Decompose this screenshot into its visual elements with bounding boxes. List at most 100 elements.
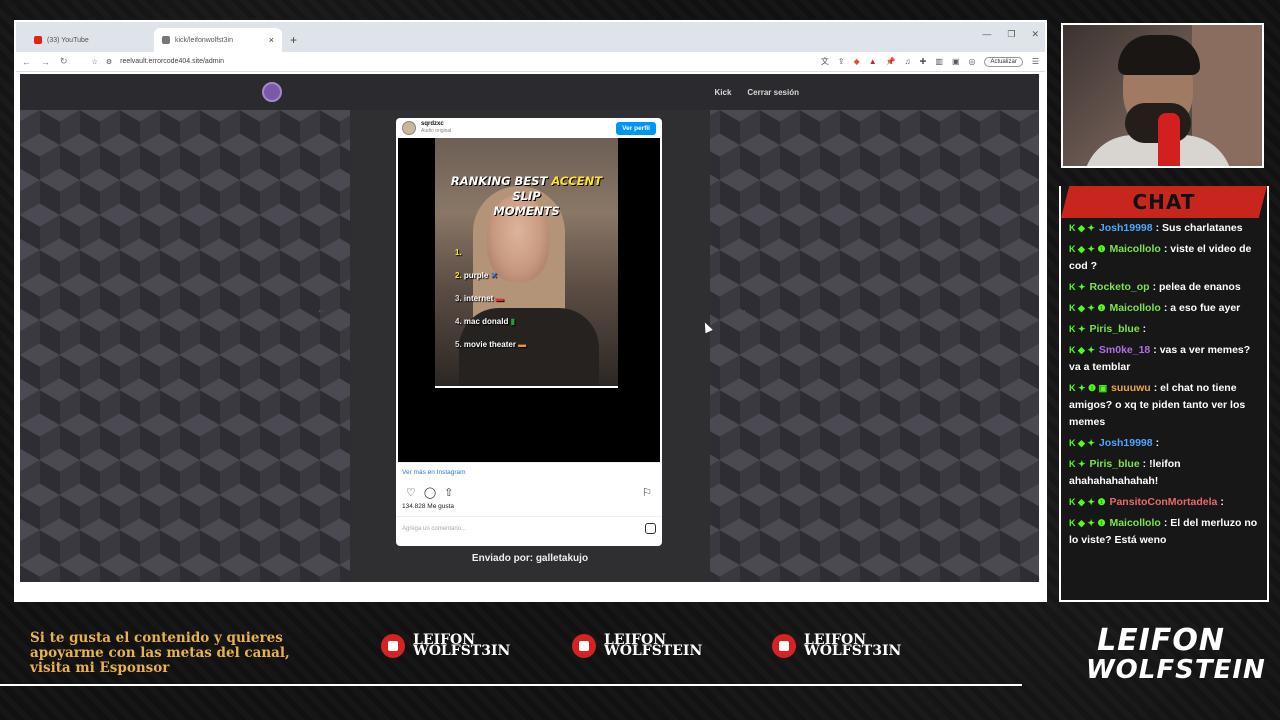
chat-username[interactable]: Josh19998 [1099, 222, 1153, 234]
video-title-highlight: ACCENT [551, 174, 603, 188]
chat-message: K ◆ ✦ ❶ Maicollolo: viste el video de co… [1061, 239, 1267, 277]
bookmark-icon[interactable]: ⚐ [642, 486, 652, 499]
vpn-icon[interactable]: ◎ [969, 57, 976, 66]
chat-username[interactable]: PansitoConMortadela [1109, 496, 1217, 508]
chat-username[interactable]: Josh19998 [1099, 437, 1153, 449]
view-profile-button[interactable]: Ver perfil [616, 121, 656, 135]
chat-username[interactable]: Maicollolo [1109, 243, 1160, 255]
chat-badges-icon: K ◆ ✦ ❶ [1069, 303, 1106, 313]
window-controls: — ❐ ✕ [982, 29, 1039, 40]
extension-shield-icon[interactable]: ◆ [854, 57, 860, 66]
post-author: sqrdzxc Audio original [421, 121, 451, 135]
heart-icon[interactable]: ♡ [406, 486, 416, 499]
translate-icon[interactable]: 文 [821, 56, 829, 67]
chat-message: K ✦ Piris_blue: [1061, 319, 1267, 340]
chat-username[interactable]: Rocketo_op [1089, 281, 1149, 293]
sidebar-icon[interactable]: ▥ [935, 57, 943, 66]
close-window-icon[interactable]: ✕ [1031, 29, 1039, 40]
new-tab-button[interactable]: + [282, 33, 305, 52]
video-player[interactable]: RANKING BEST ACCENT SLIP MOMENTS 1. 2. p… [398, 138, 660, 462]
site-info-icon[interactable]: ⚙ [106, 58, 112, 66]
see-more-link[interactable]: Ver más en Instagram [396, 462, 662, 480]
rank-label: internet [463, 294, 494, 303]
chat-username[interactable]: Piris_blue [1089, 323, 1139, 335]
chat-panel: CHAT K ◆ ✦ Josh19998: Sus charlatanes K ◆… [1059, 186, 1269, 602]
url-text[interactable]: reelvault.errorcode404.site/admin [120, 58, 224, 65]
rank-number: 5. [455, 340, 462, 349]
chat-text: : Sus charlatanes [1155, 222, 1243, 234]
rank-item: 2. purple ✕ [455, 271, 497, 280]
music-icon[interactable]: ♫ [905, 57, 911, 66]
audio-label[interactable]: Audio original [421, 128, 451, 135]
tab-kick[interactable]: kick/leifonwolfst3in × [154, 28, 282, 52]
russia-flag-icon: ▬ [495, 294, 504, 303]
menu-icon[interactable]: ☰ [1032, 57, 1039, 66]
youtube-favicon-icon [34, 36, 42, 44]
restore-icon[interactable]: ❐ [1007, 29, 1015, 40]
forward-icon[interactable]: → [41, 57, 50, 67]
social-tiktok: LEIFON WOLFST3IN [772, 633, 902, 659]
instagram-icon[interactable] [645, 523, 656, 534]
streamer-hair [1118, 35, 1200, 75]
chat-username[interactable]: Piris_blue [1089, 458, 1139, 470]
update-button[interactable]: Actualizar [984, 56, 1023, 67]
chat-message: K ◆ ✦ ❶ PansitoConMortadela: [1061, 492, 1267, 513]
share-icon[interactable]: ⇪ [838, 57, 845, 66]
video-progress-bar[interactable] [435, 386, 618, 388]
chat-messages: K ◆ ✦ Josh19998: Sus charlatanes K ◆ ✦ ❶ … [1061, 218, 1267, 551]
chat-text: : a eso fue ayer [1163, 302, 1241, 314]
comment-placeholder[interactable]: Agrega un comentario... [402, 526, 466, 532]
chat-text: : [1220, 496, 1224, 508]
rank-item: 5. movie theater ▬ [455, 340, 526, 349]
chat-title: CHAT [1061, 186, 1267, 218]
close-tab-icon[interactable]: × [269, 35, 274, 45]
minimize-icon[interactable]: — [982, 29, 991, 40]
chat-username[interactable]: Maicollolo [1109, 517, 1160, 529]
rank-label: mac donald [463, 317, 509, 326]
rank-label: movie theater [463, 340, 516, 349]
warning-icon[interactable]: ▲ [869, 57, 877, 66]
chat-badges-icon: K ✦ [1069, 459, 1086, 469]
chat-message: K ✦ ❶ ▣ suuuwu: el chat no tiene amigos?… [1061, 378, 1267, 433]
tab-bar: (33) YouTube kick/leifonwolfst3in × + — … [16, 22, 1045, 52]
back-icon[interactable]: ← [22, 57, 31, 67]
avatar[interactable] [402, 121, 416, 135]
reload-icon[interactable]: ↻ [60, 56, 68, 67]
wallet-icon[interactable]: ▣ [952, 57, 960, 66]
tiktok-icon [772, 634, 796, 658]
chat-username[interactable]: Sm0ke_18 [1099, 344, 1150, 356]
chat-badges-icon: K ◆ ✦ [1069, 223, 1095, 233]
username[interactable]: sqrdzxc [421, 121, 444, 127]
rank-number: 2. [455, 271, 462, 280]
next-arrow-icon[interactable]: → [736, 302, 748, 316]
address-bar[interactable]: ☆ ⚙ reelvault.errorcode404.site/admin [78, 58, 811, 66]
chat-message: K ◆ ✦ ❶ Maicollolo: a eso fue ayer [1061, 298, 1267, 319]
youtube-icon [381, 634, 405, 658]
video-title-part: RANKING BEST [450, 174, 552, 188]
tab-youtube[interactable]: (33) YouTube [26, 28, 154, 52]
chat-text: : [1142, 323, 1147, 335]
bookmark-icon[interactable]: ☆ [92, 58, 98, 66]
social-handle-line: WOLFST3IN [804, 643, 902, 659]
site-logo[interactable] [262, 82, 282, 102]
video-frame: RANKING BEST ACCENT SLIP MOMENTS 1. 2. p… [435, 138, 618, 386]
logout-link[interactable]: Cerrar sesión [747, 88, 799, 97]
chat-text: : pelea de enanos [1152, 281, 1241, 293]
chat-badges-icon: K ✦ ❶ ▣ [1069, 383, 1108, 393]
share-icon[interactable]: ⇧ [444, 486, 453, 499]
comment-field[interactable]: Agrega un comentario... [396, 516, 662, 540]
puzzle-icon[interactable]: ✚ [920, 57, 927, 66]
pin-icon[interactable]: 📌 [886, 57, 896, 66]
kick-link[interactable]: Kick [715, 88, 732, 97]
toolbar-icons: 文 ⇪ ◆ ▲ 📌 ♫ ✚ ▥ ▣ ◎ Actualizar ☰ [821, 56, 1039, 67]
rank-item: 4. mac donald ▮ [455, 317, 515, 326]
chat-username[interactable]: suuuwu [1111, 382, 1151, 394]
comment-icon[interactable]: ◯ [424, 486, 436, 499]
chat-username[interactable]: Maicollolo [1109, 302, 1160, 314]
site-nav: Kick Cerrar sesión [20, 74, 1039, 110]
prev-arrow-icon[interactable]: ← [316, 302, 328, 316]
social-instagram: LEIFON WOLFSTEIN [572, 633, 703, 659]
social-handle-line: WOLFSTEIN [604, 643, 703, 659]
chat-message: K ✦ Rocketo_op: pelea de enanos [1061, 277, 1267, 298]
chat-badges-icon: K ◆ ✦ ❶ [1069, 518, 1106, 528]
